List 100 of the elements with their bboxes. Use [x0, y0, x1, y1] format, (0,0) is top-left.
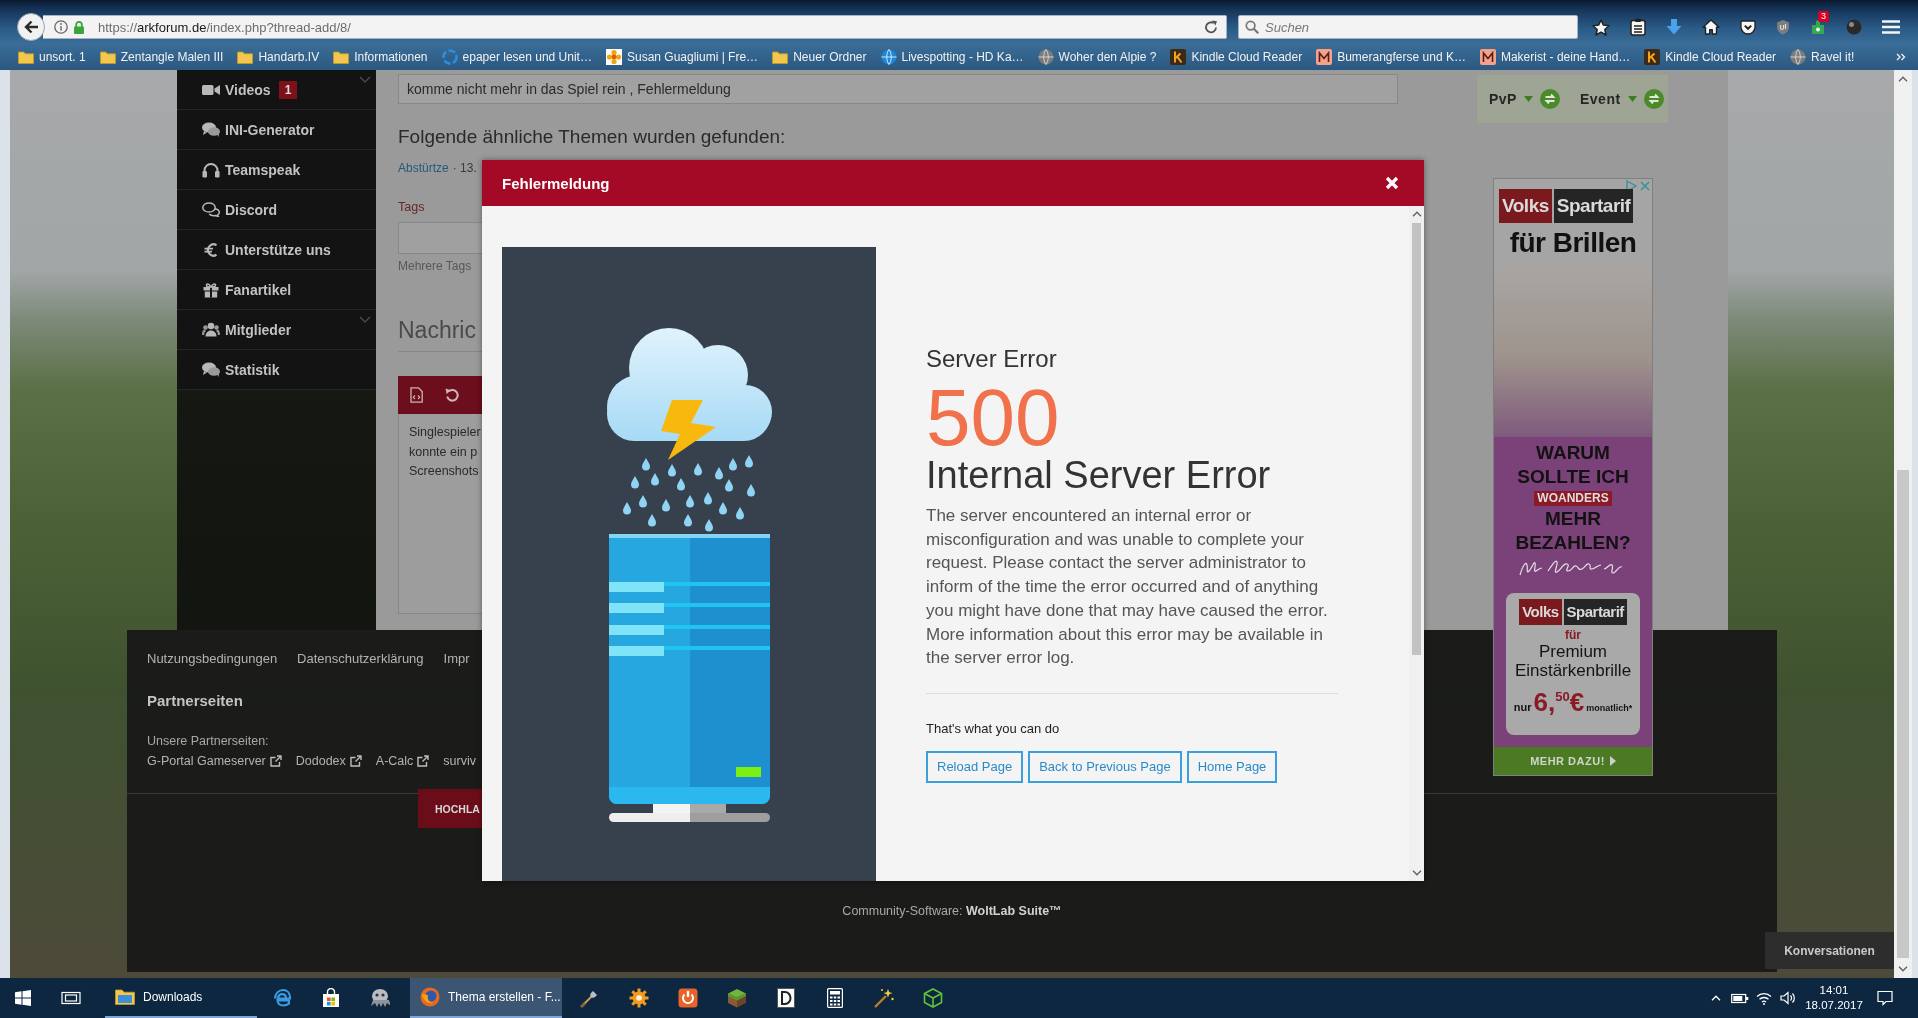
battery-icon[interactable]: [1731, 992, 1749, 1004]
partner-link[interactable]: A-Calc: [375, 754, 430, 768]
offer-text: für: [1565, 628, 1581, 642]
filter-dropdown[interactable]: Event: [1579, 91, 1637, 107]
info-icon[interactable]: [54, 20, 68, 34]
footer-link[interactable]: Impr: [443, 652, 470, 666]
extension-icon[interactable]: [1810, 19, 1826, 35]
speaker-icon[interactable]: [1780, 991, 1796, 1005]
gear-icon[interactable]: [628, 988, 649, 1008]
search-icon: [1245, 20, 1259, 34]
footer-link[interactable]: Datenschutzerklärung: [297, 652, 424, 666]
shovel-icon[interactable]: [579, 988, 600, 1008]
partner-link[interactable]: G-Portal Gameserver: [147, 754, 282, 768]
cube-icon[interactable]: [922, 988, 943, 1008]
browser-logo-icon[interactable]: [271, 988, 292, 1008]
shield-icon[interactable]: [1776, 19, 1790, 35]
home-icon[interactable]: [1702, 19, 1720, 35]
partner-link[interactable]: surviv: [443, 754, 476, 768]
play-arrow-icon: [1609, 756, 1616, 766]
bookmark-item[interactable]: Bumerangferse und K…: [1316, 49, 1466, 65]
raindrop-icon: [704, 492, 712, 505]
bookmark-item[interactable]: epaper lesen und Unit…: [441, 49, 592, 65]
action-button[interactable]: Reload Page: [926, 750, 1024, 783]
partner-link[interactable]: Dododex: [295, 754, 362, 768]
bookmark-item[interactable]: unsort. 1: [18, 50, 86, 64]
upload-button[interactable]: HOCHLA: [418, 789, 482, 828]
code-file-icon[interactable]: [410, 387, 423, 403]
editor-field[interactable]: Singlespieler konnte ein p Screenshots: [398, 414, 482, 614]
euro-icon: [204, 241, 218, 258]
power-tile-icon[interactable]: [677, 988, 698, 1008]
conversations-button[interactable]: Konversationen: [1765, 932, 1894, 969]
sidebar-item[interactable]: Videos 1: [177, 70, 376, 110]
calculator-icon[interactable]: [826, 988, 843, 1008]
tags-field[interactable]: [398, 222, 482, 254]
pocket-icon[interactable]: [1740, 19, 1756, 35]
search-field[interactable]: Suchen: [1238, 15, 1578, 39]
cta-button[interactable]: MEHR DAZU!: [1494, 747, 1652, 775]
headset-icon: [202, 161, 220, 178]
swap-arrows-icon[interactable]: [1643, 89, 1664, 109]
slogan-text: WOANDERS: [1534, 491, 1612, 506]
bookmark-item[interactable]: Ravel it!: [1790, 49, 1855, 65]
chevron-up-icon[interactable]: [1711, 995, 1721, 1001]
taskbar-button[interactable]: Downloads: [105, 978, 257, 1018]
download-icon[interactable]: [1666, 18, 1682, 36]
wifi-icon[interactable]: [1756, 991, 1772, 1005]
letter-tile-icon[interactable]: [776, 988, 795, 1008]
reload-icon[interactable]: [1204, 20, 1218, 34]
sidebar-item[interactable]: Teamspeak: [177, 150, 376, 190]
scroll-down-icon[interactable]: [1411, 870, 1422, 876]
windows-logo-icon[interactable]: [15, 990, 31, 1006]
sidebar-item[interactable]: Unterstütze uns: [177, 230, 376, 270]
clipboard-icon[interactable]: [1630, 18, 1646, 36]
sidebar-item[interactable]: INI-Generator: [177, 110, 376, 150]
sphere-icon[interactable]: [1846, 19, 1862, 35]
bookmark-item[interactable]: Woher den Alpie ?: [1037, 49, 1157, 65]
action-button[interactable]: Back to Previous Page: [1028, 750, 1182, 783]
scroll-up-icon[interactable]: [1898, 76, 1908, 82]
address-bar[interactable]: https://arkforum.de/index.php?thread-add/8/: [43, 15, 1227, 39]
ad-headline: für Brillen: [1508, 226, 1638, 260]
undo-icon[interactable]: [444, 387, 460, 403]
sidebar-item[interactable]: Mitglieder: [177, 310, 376, 350]
scroll-down-icon[interactable]: [1898, 966, 1908, 972]
grass-block-icon[interactable]: [726, 988, 747, 1008]
notification-icon[interactable]: [1877, 990, 1893, 1006]
double-chevron-icon[interactable]: [1896, 53, 1906, 61]
bookmark-item[interactable]: Makerist - deine Hand…: [1479, 49, 1631, 65]
task-view-icon[interactable]: [61, 990, 81, 1006]
triangle-icon[interactable]: [1625, 180, 1637, 192]
bookmark-item[interactable]: Livespotting - HD Ka…: [880, 49, 1024, 65]
sidebar-item[interactable]: Discord: [177, 190, 376, 230]
sidebar-item[interactable]: Statistik: [177, 350, 376, 390]
swap-arrows-icon[interactable]: [1539, 89, 1560, 109]
star-icon[interactable]: [1592, 18, 1610, 36]
bookmark-item[interactable]: Neuer Ordner: [772, 50, 867, 64]
scrollbar-thumb[interactable]: [1412, 223, 1421, 655]
action-button[interactable]: Home Page: [1186, 750, 1278, 783]
menu-icon[interactable]: [1882, 20, 1900, 34]
bookmark-item[interactable]: Kindle Cloud Reader: [1644, 49, 1777, 65]
folder-icon: [115, 989, 135, 1005]
scroll-up-icon[interactable]: [1411, 211, 1422, 217]
bookmark-item[interactable]: Informationen: [333, 50, 428, 64]
bookmark-item[interactable]: Susan Guagliumi | Fre…: [605, 49, 759, 65]
bookmark-item[interactable]: Kindle Cloud Reader: [1170, 49, 1303, 65]
scrollbar-thumb[interactable]: [1897, 470, 1909, 958]
shopping-bag-icon[interactable]: [321, 988, 340, 1008]
chat-bubbles-icon: [202, 362, 220, 377]
taskbar-button[interactable]: Thema erstellen - F...: [410, 978, 562, 1018]
magic-wand-icon[interactable]: [873, 988, 894, 1008]
globe-icon: [880, 49, 897, 65]
clock-date[interactable]: 18.07.2017: [1805, 998, 1863, 1013]
clock-time[interactable]: 14:01: [1819, 983, 1849, 998]
subject-field[interactable]: komme nicht mehr in das Spiel rein , Fehlermeldung: [398, 74, 1398, 104]
sidebar-item[interactable]: Fanartikel: [177, 270, 376, 310]
back-button[interactable]: [17, 13, 45, 41]
folder-icon: [99, 50, 116, 64]
bookmark-item[interactable]: Zentangle Malen III: [99, 50, 224, 64]
creature-icon[interactable]: [369, 988, 390, 1008]
filter-dropdown[interactable]: PvP: [1489, 91, 1533, 107]
bookmark-item[interactable]: Handarb.IV: [237, 50, 320, 64]
footer-link[interactable]: Nutzungsbedingungen: [147, 652, 278, 666]
